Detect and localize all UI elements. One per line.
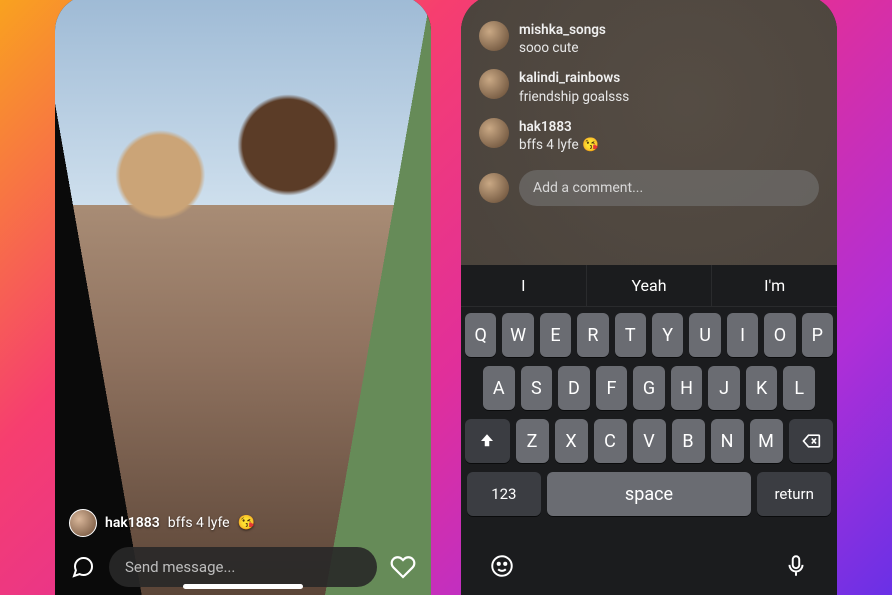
comment-username[interactable]: mishka_songs xyxy=(519,21,606,39)
add-comment-row: Add a comment... xyxy=(479,170,819,206)
key-q[interactable]: Q xyxy=(465,313,496,357)
suggestion[interactable]: I'm xyxy=(712,265,837,306)
key-n[interactable]: N xyxy=(711,419,744,463)
comment-username[interactable]: kalindi_rainbows xyxy=(519,69,629,87)
key-i[interactable]: I xyxy=(727,313,758,357)
comment-text: friendship goalsss xyxy=(519,88,629,106)
key-x[interactable]: X xyxy=(555,419,588,463)
key-numbers[interactable]: 123 xyxy=(467,472,541,516)
key-backspace[interactable] xyxy=(789,419,834,463)
phone-comments-view: mishka_songs sooo cute kalindi_rainbows … xyxy=(461,0,837,595)
key-f[interactable]: F xyxy=(596,366,628,410)
avatar[interactable] xyxy=(479,118,509,148)
keyboard-row: Z X C V B N M xyxy=(465,419,833,463)
home-indicator[interactable] xyxy=(183,584,303,589)
key-shift[interactable] xyxy=(465,419,510,463)
key-b[interactable]: B xyxy=(672,419,705,463)
heart-icon[interactable] xyxy=(389,553,417,581)
key-l[interactable]: L xyxy=(783,366,815,410)
key-u[interactable]: U xyxy=(689,313,720,357)
key-return[interactable]: return xyxy=(757,472,831,516)
key-a[interactable]: A xyxy=(483,366,515,410)
key-t[interactable]: T xyxy=(615,313,646,357)
key-d[interactable]: D xyxy=(558,366,590,410)
key-z[interactable]: Z xyxy=(516,419,549,463)
comment-username[interactable]: hak1883 xyxy=(519,118,599,136)
key-v[interactable]: V xyxy=(633,419,666,463)
keyboard-row: A S D F G H J K L xyxy=(465,366,833,410)
avatar[interactable] xyxy=(69,509,97,537)
dictation-mic-icon[interactable] xyxy=(783,553,809,583)
key-p[interactable]: P xyxy=(802,313,833,357)
key-g[interactable]: G xyxy=(633,366,665,410)
comment-text: bffs 4 lyfe 😘 xyxy=(519,136,599,154)
send-message-input[interactable]: Send message... xyxy=(109,547,377,587)
keyboard-suggestions: I Yeah I'm xyxy=(461,265,837,307)
key-h[interactable]: H xyxy=(671,366,703,410)
keyboard-row: Q W E R T Y U I O P xyxy=(465,313,833,357)
key-space[interactable]: space xyxy=(547,472,752,516)
avatar[interactable] xyxy=(479,21,509,51)
send-message-placeholder: Send message... xyxy=(125,558,235,576)
comment-row[interactable]: kalindi_rainbows friendship goalsss xyxy=(479,69,819,105)
key-s[interactable]: S xyxy=(521,366,553,410)
avatar[interactable] xyxy=(479,69,509,99)
keyboard: I Yeah I'm Q W E R T Y U I O P A S D F xyxy=(461,265,837,595)
story-caption-text: bffs 4 lyfe xyxy=(168,515,230,531)
key-j[interactable]: J xyxy=(708,366,740,410)
key-o[interactable]: O xyxy=(764,313,795,357)
comment-bubble-icon[interactable] xyxy=(69,553,97,581)
story-message-bar: Send message... xyxy=(69,547,417,587)
key-c[interactable]: C xyxy=(594,419,627,463)
key-y[interactable]: Y xyxy=(652,313,683,357)
key-e[interactable]: E xyxy=(540,313,571,357)
suggestion[interactable]: I xyxy=(461,265,587,306)
add-comment-placeholder: Add a comment... xyxy=(533,180,643,196)
keyboard-row: 123 space return xyxy=(465,472,833,516)
comment-text: sooo cute xyxy=(519,39,606,57)
phone-story-view: hak1883 bffs 4 lyfe 😘 Send message... xyxy=(55,0,431,595)
story-caption-emoji: 😘 xyxy=(238,515,255,531)
comment-row[interactable]: hak1883 bffs 4 lyfe 😘 xyxy=(479,118,819,154)
suggestion[interactable]: Yeah xyxy=(587,265,713,306)
story-caption-row[interactable]: hak1883 bffs 4 lyfe 😘 xyxy=(69,509,417,537)
key-w[interactable]: W xyxy=(502,313,533,357)
comments-pane[interactable]: mishka_songs sooo cute kalindi_rainbows … xyxy=(461,0,837,265)
story-username[interactable]: hak1883 xyxy=(105,515,160,531)
key-r[interactable]: R xyxy=(577,313,608,357)
key-k[interactable]: K xyxy=(746,366,778,410)
avatar[interactable] xyxy=(479,173,509,203)
key-m[interactable]: M xyxy=(750,419,783,463)
story-footer: hak1883 bffs 4 lyfe 😘 Send message... xyxy=(55,499,431,595)
add-comment-input[interactable]: Add a comment... xyxy=(519,170,819,206)
emoji-keyboard-icon[interactable] xyxy=(489,553,515,583)
comment-row[interactable]: mishka_songs sooo cute xyxy=(479,21,819,57)
keyboard-bottom-bar xyxy=(461,547,837,595)
